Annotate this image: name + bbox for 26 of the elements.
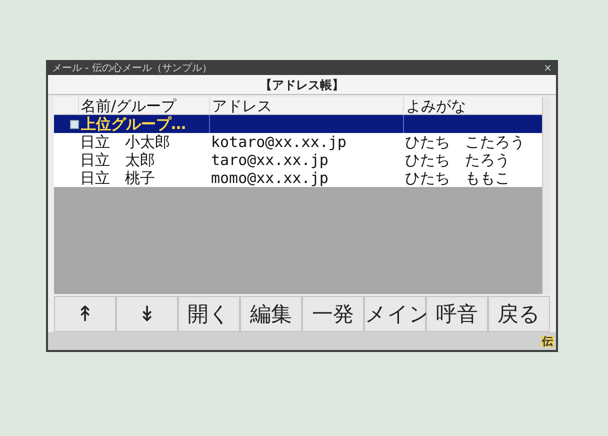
toolbar-button[interactable]: ↟ bbox=[54, 296, 116, 332]
toolbar-button[interactable]: 呼音 bbox=[426, 296, 488, 332]
table-cell: momo@xx.xx.jp bbox=[211, 169, 328, 187]
table-row[interactable]: 上位グループ… bbox=[54, 115, 542, 133]
table-cell: taro@xx.xx.jp bbox=[211, 151, 328, 169]
toolbar-button[interactable]: ↡ bbox=[116, 296, 178, 332]
table-cell: 日立 太郎 bbox=[80, 151, 155, 169]
table-row[interactable]: 日立 桃子 momo@xx.xx.jp ひたち ももこ bbox=[54, 169, 542, 187]
panel-title: 【アドレス帳】 bbox=[260, 76, 344, 94]
scrollbar[interactable] bbox=[542, 97, 550, 294]
table-cell: 上位グループ… bbox=[81, 115, 186, 133]
toolbar-button[interactable]: 一発 bbox=[302, 296, 364, 332]
window-title: メール - 伝の心メール（サンプル） bbox=[52, 64, 212, 74]
toolbar-button[interactable]: 編集 bbox=[240, 296, 302, 332]
table-row[interactable]: 日立 太郎 taro@xx.xx.jp ひたち たろう bbox=[54, 151, 542, 169]
toolbar-button[interactable]: 開く bbox=[178, 296, 240, 332]
table-cell: kotaro@xx.xx.jp bbox=[211, 133, 346, 151]
table-cell: ひたち こたろう bbox=[405, 133, 525, 151]
table-cell: ひたち たろう bbox=[405, 151, 510, 169]
status-badge: 伝 bbox=[541, 336, 554, 346]
table-cell: ひたち ももこ bbox=[405, 169, 510, 187]
table-row[interactable]: 日立 小太郎 kotaro@xx.xx.jp ひたち こたろう bbox=[54, 133, 542, 151]
table-cell: 日立 小太郎 bbox=[80, 133, 170, 151]
toolbar-button[interactable]: 戻る bbox=[488, 296, 550, 332]
table-cell: 日立 桃子 bbox=[80, 169, 155, 187]
close-button[interactable]: × bbox=[544, 64, 552, 74]
